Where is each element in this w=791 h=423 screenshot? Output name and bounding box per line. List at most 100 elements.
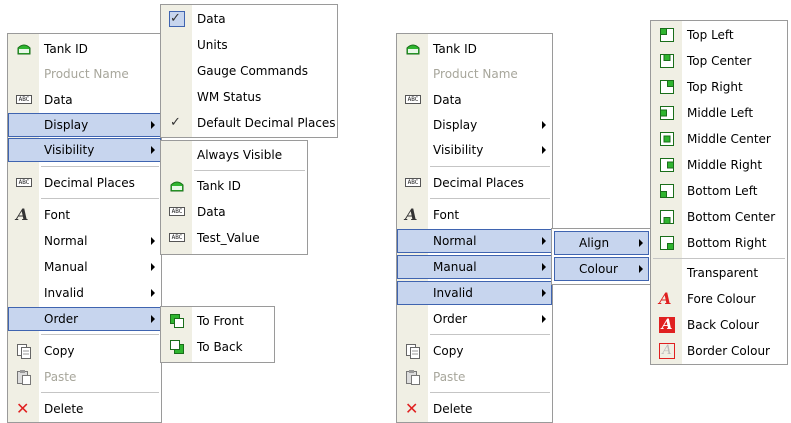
menu-item-display[interactable]: Display [397, 113, 552, 137]
menu-item-wm-status[interactable]: WM Status [161, 85, 337, 109]
menu-item-border-colour[interactable]: A Border Colour [651, 339, 787, 363]
menu-item-label: Order [44, 312, 79, 326]
menu-item-fore-colour[interactable]: A Fore Colour [651, 287, 787, 311]
menu-item-visibility[interactable]: Visibility [8, 138, 161, 162]
menu-separator [41, 166, 159, 167]
menu-item-label: Middle Right [687, 158, 763, 172]
menu-item-product-name[interactable]: Product Name [397, 62, 552, 86]
align-bottom-left-icon [659, 183, 675, 199]
menu-item-label: Display [433, 118, 478, 132]
submenu-arrow-icon [542, 289, 546, 297]
menu-item-copy[interactable]: Copy [397, 339, 552, 363]
menu-item-top-center[interactable]: Top Center [651, 49, 787, 73]
menu-item-bottom-center[interactable]: Bottom Center [651, 205, 787, 229]
menu-item-data-checked[interactable]: ✓ Data [161, 7, 337, 31]
copy-icon [16, 343, 32, 359]
menu-item-visibility[interactable]: Visibility [397, 138, 552, 162]
menu-item-font[interactable]: A Font [8, 203, 161, 227]
menu-item-invalid[interactable]: Invalid [8, 281, 161, 305]
menu-item-always-visible[interactable]: Always Visible [161, 143, 307, 167]
tank-icon [405, 41, 421, 57]
abc-icon: ABC [405, 92, 421, 108]
menu-item-display[interactable]: Display [8, 113, 161, 137]
menu-item-data[interactable]: ABC Data [8, 88, 161, 112]
menu-item-label: Top Center [687, 54, 752, 68]
menu-item-copy[interactable]: Copy [8, 339, 161, 363]
menu-item-label: Copy [433, 344, 464, 358]
menu-item-tank-id[interactable]: Tank ID [397, 37, 552, 61]
menu-item-bottom-left[interactable]: Bottom Left [651, 179, 787, 203]
font-icon: A [16, 205, 29, 224]
menu-item-top-left[interactable]: Top Left [651, 23, 787, 47]
back-colour-icon: A [659, 317, 675, 333]
submenu-arrow-icon [639, 265, 643, 273]
menu-item-decimal-places[interactable]: ABC Decimal Places [8, 171, 161, 195]
submenu-arrow-icon [151, 146, 155, 154]
align-middle-right-icon [659, 157, 675, 173]
menu-item-tank-id[interactable]: Tank ID [161, 174, 307, 198]
menu-item-middle-right[interactable]: Middle Right [651, 153, 787, 177]
menu-item-label: Copy [44, 344, 75, 358]
menu-item-test-value[interactable]: ABC Test_Value [161, 226, 307, 250]
menu-item-label: Display [44, 118, 89, 132]
align-middle-center-icon [659, 131, 675, 147]
menu-item-paste[interactable]: Paste [8, 365, 161, 389]
menu-item-to-back[interactable]: To Back [161, 335, 274, 359]
submenu-arrow-icon [151, 263, 155, 271]
menu-item-label: Border Colour [687, 344, 770, 358]
submenu-arrow-icon [542, 263, 546, 271]
submenu-arrow-icon [542, 237, 546, 245]
menu-item-default-decimal-places[interactable]: ✓ Default Decimal Places [161, 111, 337, 135]
delete-icon: ✕ [16, 399, 30, 418]
align-bottom-center-icon [659, 209, 675, 225]
menu-item-middle-left[interactable]: Middle Left [651, 101, 787, 125]
menu-item-manual[interactable]: Manual [8, 255, 161, 279]
menu-item-label: Tank ID [44, 42, 88, 56]
menu-item-label: Font [44, 208, 71, 222]
menu-item-normal[interactable]: Normal [397, 229, 552, 253]
menu-item-invalid[interactable]: Invalid [397, 281, 552, 305]
menu-item-tank-id[interactable]: Tank ID [8, 37, 161, 61]
visibility-submenu: Always Visible Tank ID ABC Data ABC Test… [160, 140, 308, 255]
menu-separator [430, 166, 550, 167]
menu-item-back-colour[interactable]: A Back Colour [651, 313, 787, 337]
menu-item-label: Product Name [433, 67, 518, 81]
menu-item-order[interactable]: Order [397, 307, 552, 331]
menu-item-delete[interactable]: ✕ Delete [8, 397, 161, 421]
align-colour-submenu: Top Left Top Center Top Right Middle Lef… [650, 20, 788, 365]
submenu-arrow-icon [542, 315, 546, 323]
menu-item-label: Data [197, 205, 226, 219]
submenu-arrow-icon [151, 289, 155, 297]
menu-item-product-name[interactable]: Product Name [8, 62, 161, 86]
menu-item-label: Delete [433, 402, 473, 416]
menu-item-label: Middle Center [687, 132, 771, 146]
context-menu-right: Tank ID Product Name ABC Data Display Vi… [396, 33, 553, 423]
menu-item-transparent[interactable]: Transparent [651, 261, 787, 285]
menu-item-delete[interactable]: ✕ Delete [397, 397, 552, 421]
menu-item-normal[interactable]: Normal [8, 229, 161, 253]
menu-item-to-front[interactable]: To Front [161, 309, 274, 333]
bring-to-front-icon [169, 313, 185, 329]
menu-item-order[interactable]: Order [8, 307, 161, 331]
menu-item-font[interactable]: A Font [397, 203, 552, 227]
menu-item-bottom-right[interactable]: Bottom Right [651, 231, 787, 255]
menu-item-top-right[interactable]: Top Right [651, 75, 787, 99]
menu-item-label: Manual [44, 260, 88, 274]
menu-separator [41, 334, 159, 335]
menu-item-data[interactable]: ABC Data [161, 200, 307, 224]
menu-item-units[interactable]: Units [161, 33, 337, 57]
menu-item-manual[interactable]: Manual [397, 255, 552, 279]
menu-item-label: To Front [197, 314, 244, 328]
submenu-arrow-icon [542, 146, 546, 154]
menu-item-label: Data [197, 12, 226, 26]
menu-separator [430, 198, 550, 199]
align-top-center-icon [659, 53, 675, 69]
menu-item-colour[interactable]: Colour [554, 257, 649, 281]
menu-item-paste[interactable]: Paste [397, 365, 552, 389]
menu-item-gauge-commands[interactable]: Gauge Commands [161, 59, 337, 83]
menu-item-decimal-places[interactable]: ABC Decimal Places [397, 171, 552, 195]
menu-item-align[interactable]: Align [554, 231, 649, 255]
menu-item-data[interactable]: ABC Data [397, 88, 552, 112]
submenu-arrow-icon [542, 121, 546, 129]
menu-item-middle-center[interactable]: Middle Center [651, 127, 787, 151]
